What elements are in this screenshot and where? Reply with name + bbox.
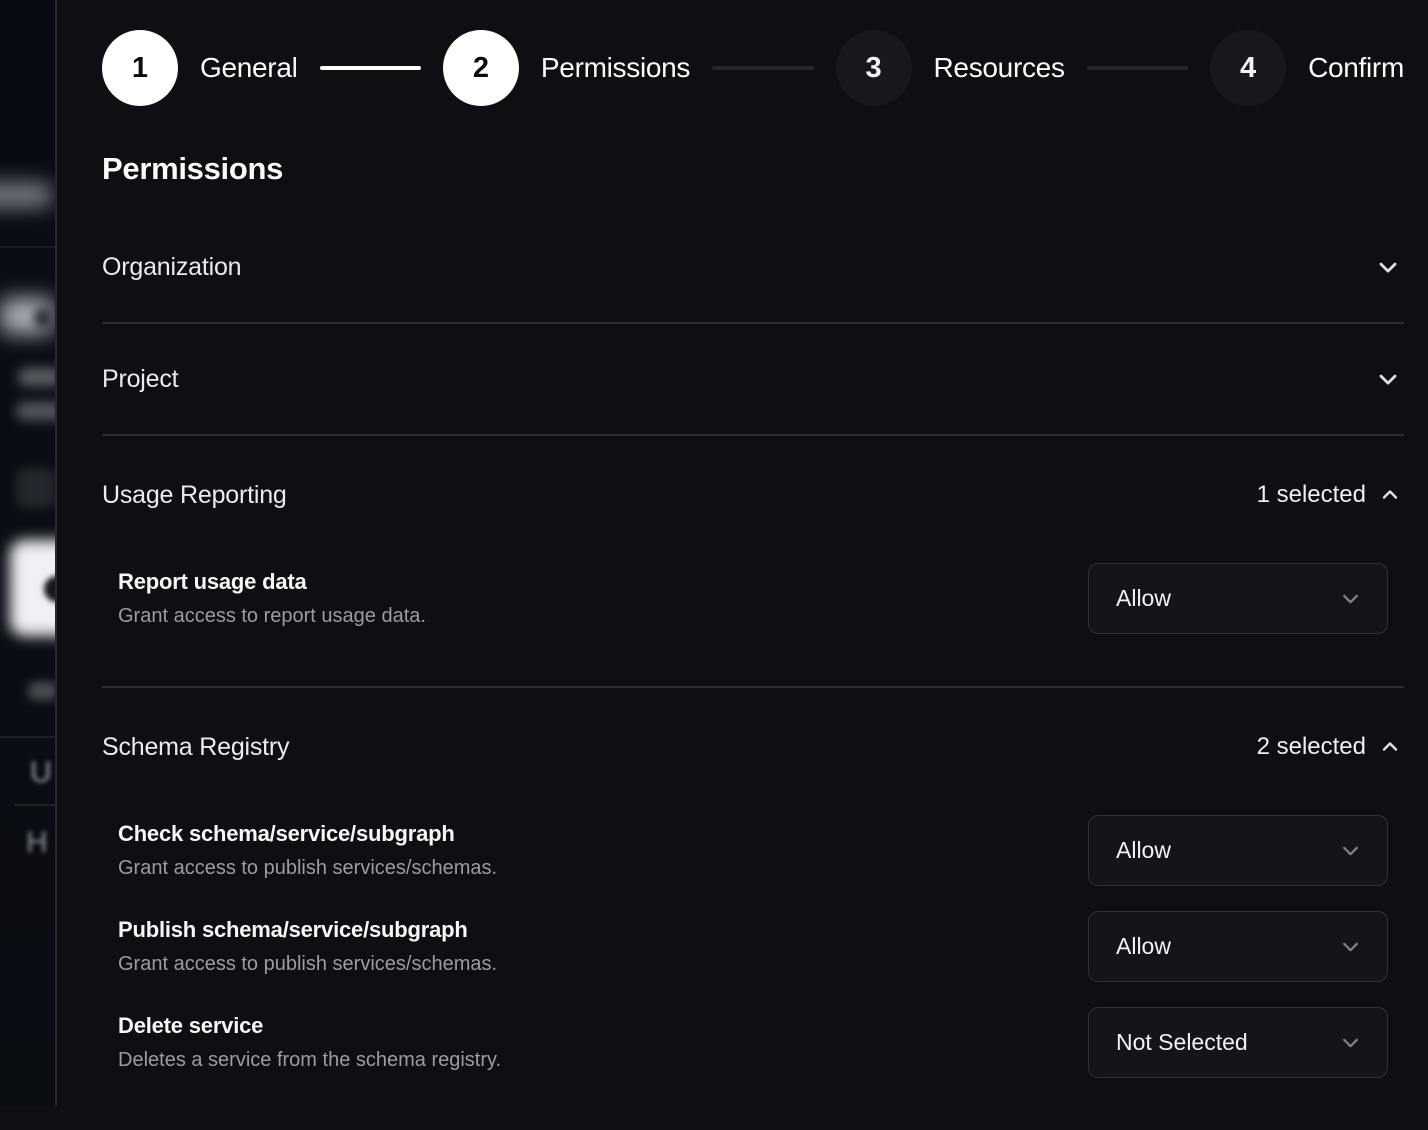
chevron-up-icon	[1378, 483, 1402, 507]
chevron-up-icon	[1378, 735, 1402, 759]
section-usage-reporting-header[interactable]: Usage Reporting 1 selected	[102, 436, 1404, 510]
permission-text: Check schema/service/subgraph Grant acce…	[118, 821, 497, 880]
step-label: Confirm	[1308, 52, 1404, 84]
permission-select[interactable]: Allow	[1088, 815, 1388, 886]
section-header-right: 2 selected	[1257, 733, 1404, 761]
step-number-badge: 4	[1210, 30, 1286, 106]
section-organization-header[interactable]: Organization	[102, 212, 1404, 322]
section-schema-registry-header[interactable]: Schema Registry 2 selected	[102, 688, 1404, 762]
step-permissions[interactable]: 2 Permissions	[443, 30, 690, 106]
selected-count: 2 selected	[1257, 733, 1366, 761]
chevron-down-icon	[1338, 1030, 1363, 1055]
step-general[interactable]: 1 General	[102, 30, 298, 106]
wizard-panel: 1 General 2 Permissions 3 Resources 4 Co…	[57, 0, 1428, 1106]
step-connector	[1087, 66, 1188, 70]
section-project-header[interactable]: Project	[102, 324, 1404, 434]
step-number-badge: 3	[836, 30, 912, 106]
section-title: Project	[102, 365, 178, 394]
permission-list: Report usage data Grant access to report…	[102, 563, 1404, 686]
blurred-text	[16, 402, 57, 420]
divider	[0, 736, 55, 738]
chevron-down-icon	[1338, 586, 1363, 611]
step-connector	[712, 66, 813, 70]
section-schema-registry: Schema Registry 2 selected Check schema/…	[102, 688, 1404, 1130]
permission-select[interactable]: Allow	[1088, 563, 1388, 634]
step-label: Resources	[934, 52, 1065, 84]
step-confirm[interactable]: 4 Confirm	[1210, 30, 1404, 106]
step-label: Permissions	[541, 52, 690, 84]
permission-list: Check schema/service/subgraph Grant acce…	[102, 815, 1404, 1130]
step-number: 2	[473, 52, 489, 85]
permission-select-value: Not Selected	[1116, 1029, 1248, 1056]
permission-text: Publish schema/service/subgraph Grant ac…	[118, 917, 497, 976]
section-title: Schema Registry	[102, 733, 289, 762]
permission-description: Grant access to report usage data.	[118, 604, 426, 628]
section-usage-reporting: Usage Reporting 1 selected Report usage …	[102, 436, 1404, 688]
permission-row-publish-schema: Publish schema/service/subgraph Grant ac…	[118, 911, 1404, 982]
background-page-strip: U H	[0, 0, 57, 1106]
step-number-badge: 2	[443, 30, 519, 106]
blurred-tile	[16, 468, 56, 508]
section-title: Organization	[102, 253, 241, 282]
permission-name: Publish schema/service/subgraph	[118, 917, 497, 943]
chevron-down-icon	[1338, 838, 1363, 863]
chevron-down-icon	[1374, 253, 1402, 281]
blurred-nav-fragment: U	[30, 756, 52, 790]
blurred-text	[18, 368, 57, 386]
permission-description: Deletes a service from the schema regist…	[118, 1048, 501, 1072]
permission-description: Grant access to publish services/schemas…	[118, 952, 497, 976]
permission-name: Check schema/service/subgraph	[118, 821, 497, 847]
step-label: General	[200, 52, 298, 84]
section-header-right: 1 selected	[1257, 481, 1404, 509]
section-organization: Organization	[102, 212, 1404, 324]
permission-name: Delete service	[118, 1013, 501, 1039]
blurred-nav-fragment: H	[26, 826, 48, 860]
permission-select-value: Allow	[1116, 933, 1171, 960]
screen: U H 1 General 2 Permissions 3 Resources …	[0, 0, 1428, 1106]
permission-description: Grant access to publish services/schemas…	[118, 856, 497, 880]
step-resources[interactable]: 3 Resources	[836, 30, 1065, 106]
page-title: Permissions	[102, 150, 1404, 188]
wizard-stepper: 1 General 2 Permissions 3 Resources 4 Co…	[102, 30, 1404, 106]
permission-select[interactable]: Not Selected	[1088, 1007, 1388, 1078]
step-number: 4	[1240, 52, 1256, 85]
section-header-right	[1374, 365, 1404, 393]
step-number: 1	[132, 52, 148, 85]
permission-select-value: Allow	[1116, 585, 1171, 612]
permission-name: Report usage data	[118, 569, 426, 595]
blurred-text	[28, 682, 57, 700]
chevron-down-icon	[1338, 934, 1363, 959]
chevron-down-icon	[1374, 365, 1402, 393]
permission-row-delete-service: Delete service Deletes a service from th…	[118, 1007, 1404, 1078]
step-connector	[320, 66, 421, 70]
blurred-blob	[0, 182, 52, 208]
divider	[14, 804, 55, 806]
divider	[0, 246, 55, 248]
permission-select[interactable]: Allow	[1088, 911, 1388, 982]
section-header-right	[1374, 253, 1404, 281]
step-number-badge: 1	[102, 30, 178, 106]
section-title: Usage Reporting	[102, 481, 287, 510]
permission-row-check-schema: Check schema/service/subgraph Grant acce…	[118, 815, 1404, 886]
permission-text: Report usage data Grant access to report…	[118, 569, 426, 628]
permission-select-value: Allow	[1116, 837, 1171, 864]
permission-text: Delete service Deletes a service from th…	[118, 1013, 501, 1072]
section-project: Project	[102, 324, 1404, 436]
selected-count: 1 selected	[1257, 481, 1366, 509]
permission-row-report-usage-data: Report usage data Grant access to report…	[118, 563, 1404, 634]
step-number: 3	[865, 52, 881, 85]
blurred-blob	[34, 308, 52, 328]
